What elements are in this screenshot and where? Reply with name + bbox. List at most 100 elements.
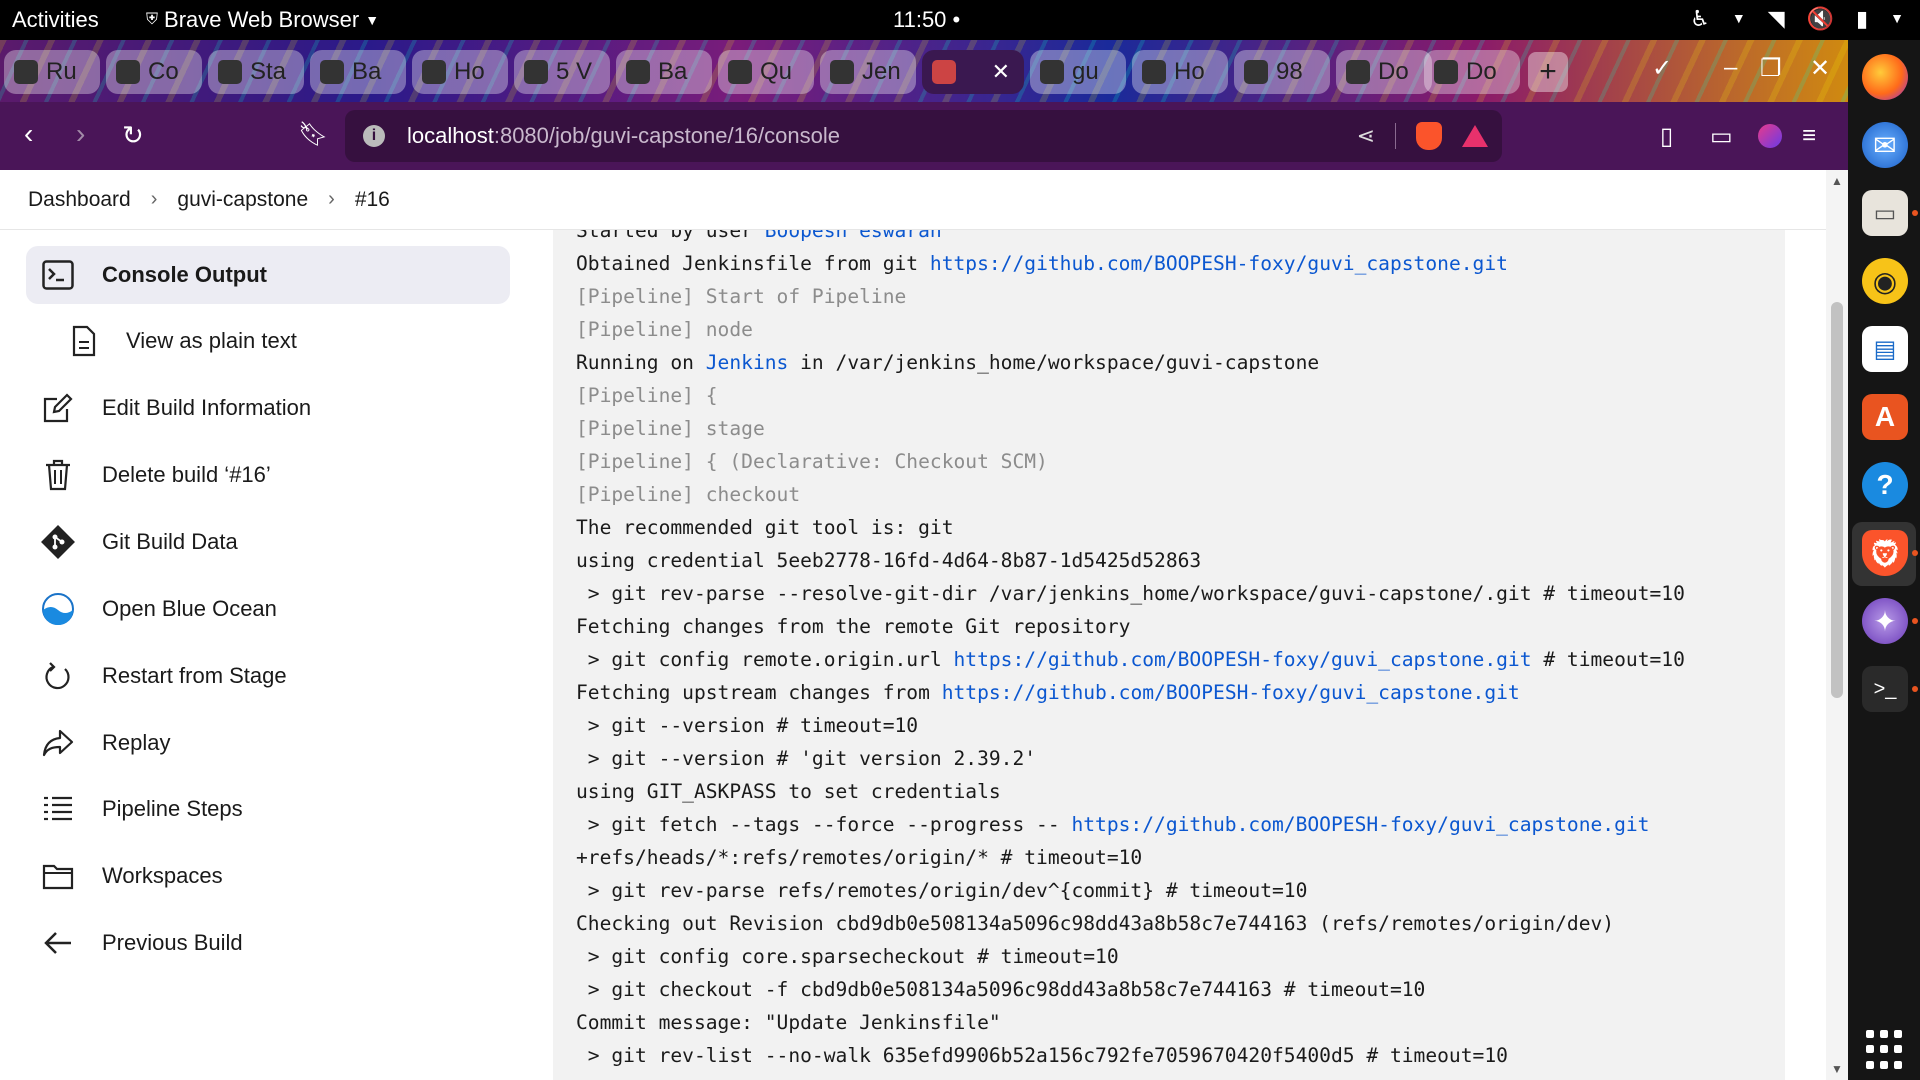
tab-2[interactable]: Co — [106, 50, 202, 94]
app-menu[interactable]: ⛨ Brave Web Browser ▼ — [146, 7, 379, 33]
activities-button[interactable]: Activities — [12, 7, 99, 33]
tab-3[interactable]: Sta — [208, 50, 304, 94]
sidebar-item-replay[interactable]: Replay — [26, 714, 510, 772]
tab-search-icon[interactable]: ✓ — [1652, 54, 1672, 83]
console-link[interactable]: https://github.com/BOOPESH-foxy/guvi_cap… — [930, 252, 1508, 275]
breadcrumb-build[interactable]: #16 — [355, 188, 390, 212]
folder-icon — [40, 858, 76, 894]
network-app-icon[interactable]: ✦ — [1862, 598, 1908, 644]
tab-favicon — [1142, 60, 1166, 84]
console-link[interactable]: Jenkins — [706, 351, 789, 374]
sidebar-item-workspaces[interactable]: Workspaces — [26, 847, 510, 905]
tab-8[interactable]: Qu — [718, 50, 814, 94]
console-link[interactable]: Boopesh eswaran — [765, 230, 942, 242]
input-chevron-icon[interactable]: ▼ — [1732, 6, 1746, 32]
terminal-icon — [40, 257, 76, 293]
bookmark-icon[interactable]: 🔖︎ — [298, 120, 328, 149]
brave-icon[interactable]: 🦁︎ — [1862, 530, 1908, 576]
clock[interactable]: 11:50 • — [893, 7, 960, 33]
tab-favicon — [524, 60, 548, 84]
help-icon[interactable]: ? — [1862, 462, 1908, 508]
sidebar-item-plain-text[interactable]: View as plain text — [26, 312, 510, 370]
breadcrumb-dashboard[interactable]: Dashboard — [28, 188, 131, 212]
tab-6[interactable]: 5 V — [514, 50, 610, 94]
back-icon[interactable]: ‹ — [24, 118, 33, 150]
tab-label: Do — [1378, 58, 1409, 85]
tab-label: Sta — [250, 58, 287, 85]
tab-favicon — [932, 60, 956, 84]
console-link[interactable]: https://github.com/BOOPESH-foxy/guvi_cap… — [1071, 813, 1649, 836]
address-bar[interactable]: i localhost:8080/job/guvi-capstone/16/co… — [345, 110, 1502, 162]
tab-1[interactable]: Ru — [4, 50, 100, 94]
console-output[interactable]: Started by user Boopesh eswaran Obtained … — [553, 230, 1785, 1080]
writer-icon[interactable]: ▤ — [1862, 326, 1908, 372]
maximize-icon[interactable]: ❐ — [1760, 54, 1782, 83]
console-link[interactable]: https://github.com/BOOPESH-foxy/guvi_cap… — [942, 681, 1520, 704]
sidebar-toggle-icon[interactable]: ▯ — [1660, 122, 1673, 151]
menu-icon[interactable]: ≡ — [1802, 122, 1816, 150]
scroll-down-icon[interactable]: ▼ — [1831, 1062, 1843, 1076]
wallet-icon[interactable]: ▭ — [1710, 122, 1733, 151]
close-window-icon[interactable]: ✕ — [1810, 54, 1830, 83]
files-icon[interactable]: ▭ — [1862, 190, 1908, 236]
site-info-icon[interactable]: i — [363, 125, 385, 147]
running-indicator — [1912, 686, 1918, 692]
new-tab-button[interactable]: + — [1528, 52, 1568, 92]
sidebar-item-blue-ocean[interactable]: Open Blue Ocean — [26, 580, 510, 638]
firefox-icon[interactable] — [1862, 54, 1908, 100]
tab-13[interactable]: 98 — [1234, 50, 1330, 94]
close-tab-icon[interactable]: ✕ — [992, 59, 1010, 85]
terminal-app-icon[interactable]: >_ — [1862, 666, 1908, 712]
tab-7[interactable]: Ba — [616, 50, 712, 94]
console-line: [Pipeline] checkout — [576, 478, 1685, 511]
tab-15[interactable]: Do — [1424, 50, 1520, 94]
scroll-up-icon[interactable]: ▲ — [1831, 174, 1843, 188]
tab-11[interactable]: gu — [1030, 50, 1126, 94]
accessibility-icon[interactable]: ♿ — [1690, 6, 1710, 32]
sidebar-item-git-build-data[interactable]: Git Build Data — [26, 513, 510, 571]
tab-12[interactable]: Ho — [1132, 50, 1228, 94]
sidebar-item-label: Pipeline Steps — [102, 796, 243, 821]
tab-4[interactable]: Ba — [310, 50, 406, 94]
brave-shield-icon: ⛨ — [146, 11, 159, 28]
page-scrollbar[interactable]: ▲ ▼ — [1826, 170, 1848, 1080]
tab-14[interactable]: Do — [1336, 50, 1432, 94]
share-icon[interactable]: ⋖ — [1357, 123, 1375, 149]
sidebar-item-pipeline-steps[interactable]: Pipeline Steps — [26, 780, 510, 838]
sidebar-item-edit-build[interactable]: Edit Build Information — [26, 379, 510, 437]
sidebar-item-delete-build[interactable]: Delete build ‘#16’ — [26, 446, 510, 504]
app-center-icon[interactable]: A — [1862, 394, 1908, 440]
tab-active[interactable]: ✕ — [922, 50, 1024, 94]
console-text: > git rev-parse refs/remotes/origin/dev^… — [576, 879, 1308, 902]
navigation-bar: ‹ › ↻ 🔖︎ i localhost:8080/job/guvi-capst… — [0, 102, 1848, 170]
console-text: Fetching upstream changes from — [576, 681, 942, 704]
console-line: > git rev-parse --resolve-git-dir /var/j… — [576, 577, 1685, 610]
vpn-icon[interactable] — [1758, 124, 1782, 148]
battery-icon[interactable]: ▮ — [1856, 6, 1868, 32]
tab-label: Ho — [454, 58, 485, 85]
console-link[interactable]: https://github.com/BOOPESH-foxy/guvi_cap… — [954, 648, 1532, 671]
tray-chevron-icon[interactable]: ▼ — [1890, 6, 1904, 32]
minimize-icon[interactable]: – — [1724, 54, 1737, 82]
tab-5[interactable]: Ho — [412, 50, 508, 94]
reload-icon[interactable]: ↻ — [122, 120, 144, 151]
rhythmbox-icon[interactable]: ◉ — [1862, 258, 1908, 304]
wifi-icon[interactable]: ◥ — [1768, 6, 1785, 32]
sidebar-item-restart-stage[interactable]: Restart from Stage — [26, 647, 510, 705]
tab-9[interactable]: Jen — [820, 50, 916, 94]
breadcrumb-job[interactable]: guvi-capstone — [177, 188, 308, 212]
brave-rewards-icon[interactable] — [1462, 125, 1488, 147]
system-tray[interactable]: ♿ ▼ ◥ 🔇 ▮ ▼ — [1690, 6, 1904, 32]
sidebar-item-console-output[interactable]: Console Output — [26, 246, 510, 304]
sidebar-item-label: Edit Build Information — [102, 395, 312, 420]
forward-icon[interactable]: › — [76, 118, 85, 150]
restart-icon — [40, 658, 76, 694]
brave-shields-icon[interactable] — [1416, 122, 1442, 150]
volume-muted-icon[interactable]: 🔇 — [1807, 6, 1834, 32]
tab-favicon — [1346, 60, 1370, 84]
thunderbird-icon[interactable]: ✉ — [1862, 122, 1908, 168]
url-path: :8080/job/guvi-capstone/16/console — [493, 123, 840, 148]
sidebar-item-previous-build[interactable]: Previous Build — [26, 914, 510, 972]
show-apps-icon[interactable] — [1866, 1030, 1906, 1070]
scrollbar-thumb[interactable] — [1831, 302, 1843, 698]
